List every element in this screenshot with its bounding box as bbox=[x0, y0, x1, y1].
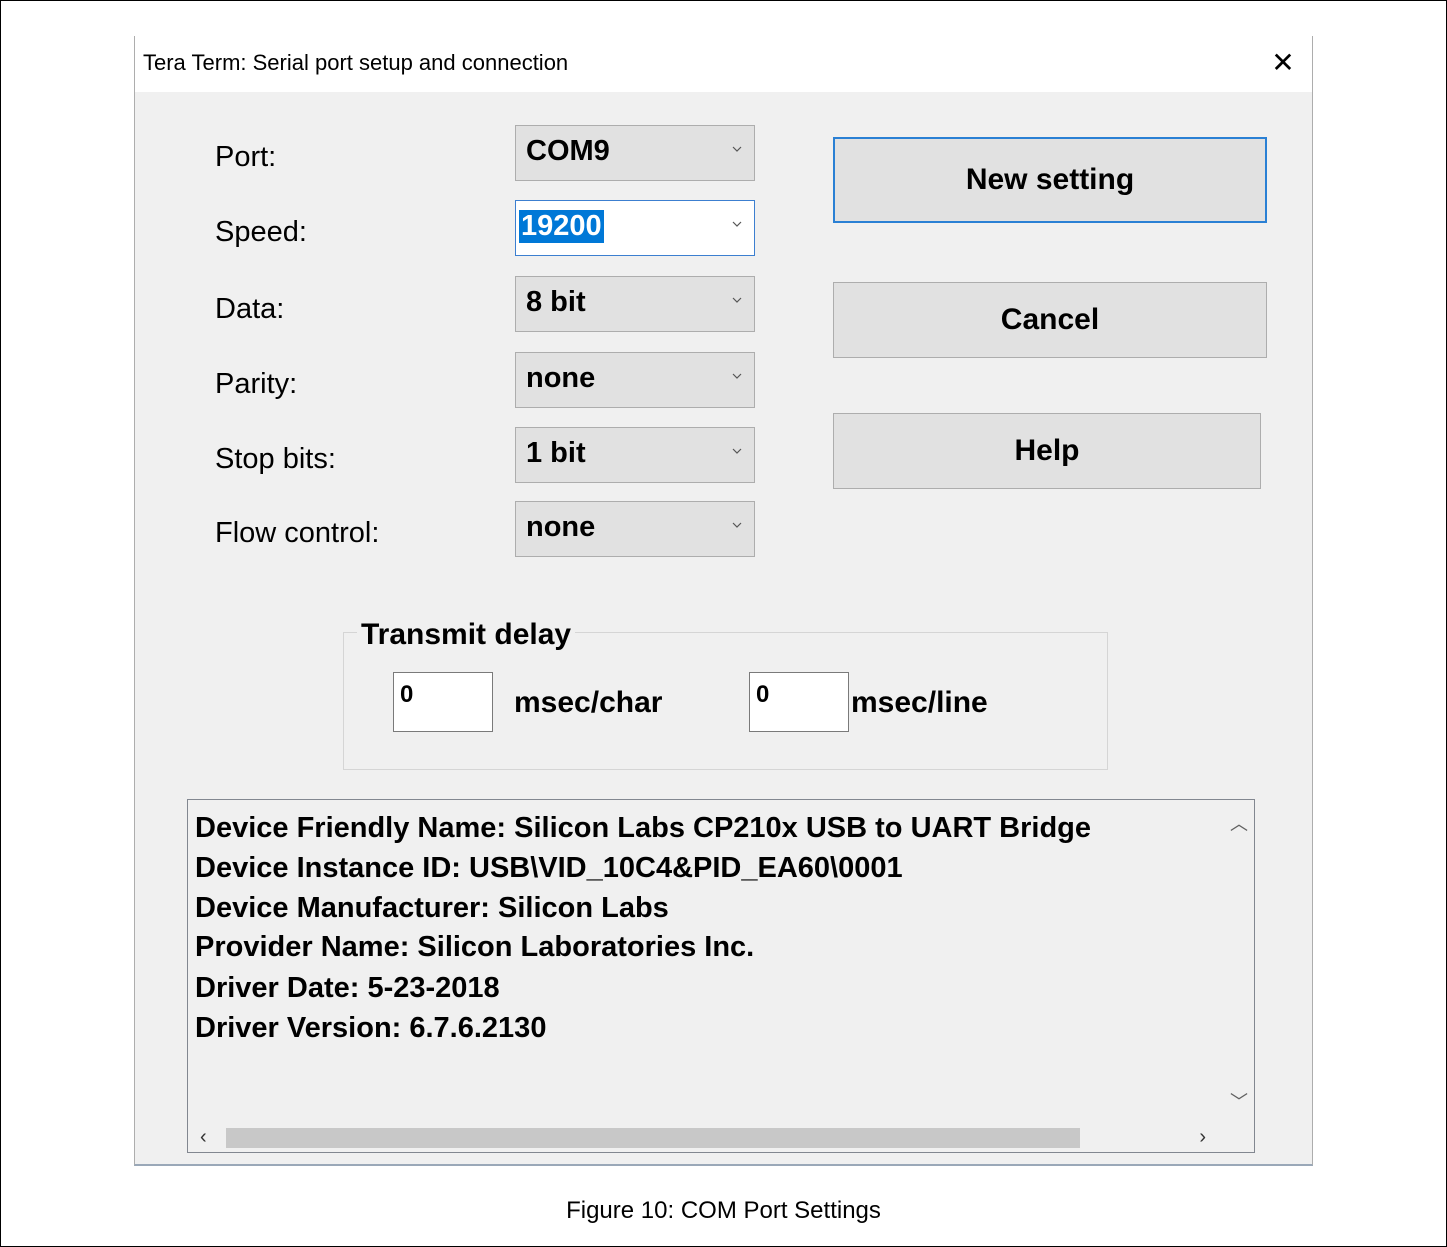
cancel-button[interactable]: Cancel bbox=[833, 282, 1267, 358]
vertical-scrollbar[interactable]: ︿ ﹀ bbox=[1220, 800, 1254, 1126]
horizontal-scrollbar[interactable]: ‹ › bbox=[188, 1124, 1254, 1152]
port-value: COM9 bbox=[526, 135, 610, 167]
scroll-right-icon[interactable]: › bbox=[1199, 1126, 1206, 1149]
chevron-down-icon bbox=[732, 373, 742, 379]
stop-bits-value: 1 bit bbox=[526, 437, 586, 469]
port-label: Port: bbox=[215, 141, 277, 173]
msec-per-line-unit: msec/line bbox=[851, 686, 988, 719]
new-setting-button[interactable]: New setting bbox=[833, 137, 1267, 223]
flow-control-select[interactable]: none bbox=[515, 501, 755, 557]
flow-control-label: Flow control: bbox=[215, 517, 380, 549]
close-icon[interactable]: ✕ bbox=[1268, 48, 1298, 78]
horizontal-scroll-thumb[interactable] bbox=[226, 1128, 1080, 1148]
data-select[interactable]: 8 bit bbox=[515, 276, 755, 332]
data-label: Data: bbox=[215, 293, 285, 325]
device-info-line: Provider Name: Silicon Laboratories Inc. bbox=[195, 931, 755, 963]
parity-value: none bbox=[526, 362, 596, 394]
chevron-down-icon bbox=[732, 448, 742, 454]
device-info-line: Driver Date: 5-23-2018 bbox=[195, 972, 500, 1004]
speed-value: 19200 bbox=[519, 210, 604, 243]
port-select[interactable]: COM9 bbox=[515, 125, 755, 181]
dialog-title: Tera Term: Serial port setup and connect… bbox=[143, 50, 569, 75]
parity-select[interactable]: none bbox=[515, 352, 755, 408]
flow-control-value: none bbox=[526, 511, 596, 543]
msec-per-line-input[interactable]: 0 bbox=[749, 672, 849, 732]
msec-per-char-input[interactable]: 0 bbox=[393, 672, 493, 732]
title-bar[interactable]: Tera Term: Serial port setup and connect… bbox=[135, 36, 1312, 92]
scroll-down-icon[interactable]: ﹀ bbox=[1230, 1088, 1248, 1114]
device-info-box[interactable]: Device Friendly Name: Silicon Labs CP210… bbox=[187, 799, 1255, 1153]
scroll-up-icon[interactable]: ︿ bbox=[1230, 810, 1248, 836]
chevron-down-icon bbox=[732, 146, 742, 152]
serial-port-dialog: Tera Term: Serial port setup and connect… bbox=[134, 36, 1313, 1166]
msec-per-char-unit: msec/char bbox=[514, 686, 663, 719]
device-info-line: Device Instance ID: USB\VID_10C4&PID_EA6… bbox=[195, 852, 903, 884]
device-info-line: Driver Version: 6.7.6.2130 bbox=[195, 1012, 547, 1044]
device-info-line: Device Friendly Name: Silicon Labs CP210… bbox=[195, 812, 1092, 844]
device-info-line: Device Manufacturer: Silicon Labs bbox=[195, 892, 669, 924]
parity-label: Parity: bbox=[215, 368, 298, 400]
speed-select[interactable]: 19200 bbox=[515, 200, 755, 256]
help-button[interactable]: Help bbox=[833, 413, 1261, 489]
stop-bits-select[interactable]: 1 bit bbox=[515, 427, 755, 483]
speed-label: Speed: bbox=[215, 216, 307, 248]
chevron-down-icon bbox=[732, 297, 742, 303]
chevron-down-icon bbox=[732, 522, 742, 528]
scroll-left-icon[interactable]: ‹ bbox=[200, 1126, 207, 1149]
stop-bits-label: Stop bits: bbox=[215, 443, 336, 475]
chevron-down-icon bbox=[732, 221, 742, 227]
transmit-delay-label: Transmit delay bbox=[357, 618, 576, 652]
data-value: 8 bit bbox=[526, 286, 586, 318]
figure-caption: Figure 10: COM Port Settings bbox=[566, 1197, 881, 1224]
